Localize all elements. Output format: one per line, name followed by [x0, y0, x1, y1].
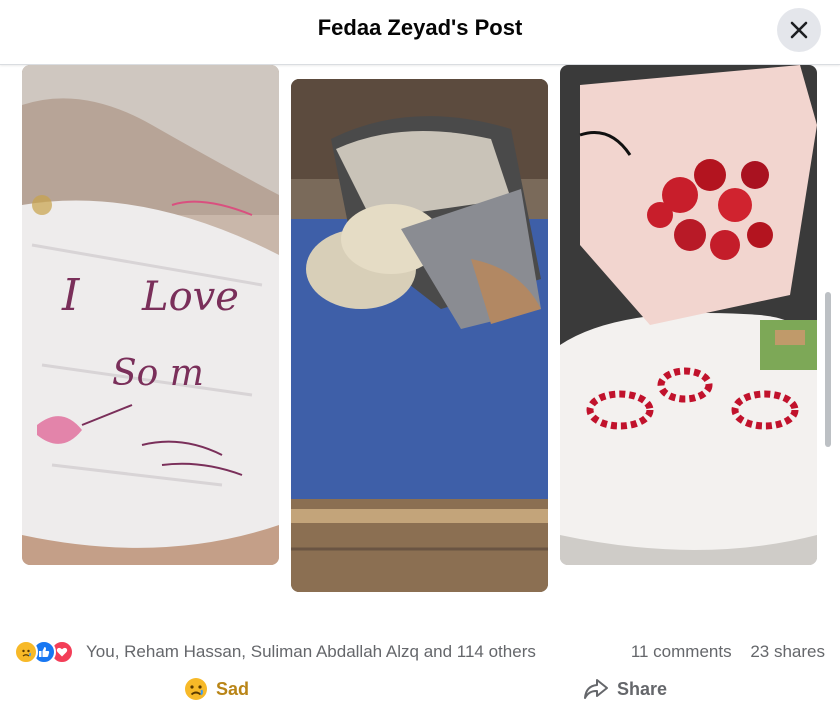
- page-title: Fedaa Zeyad's Post: [317, 15, 523, 40]
- reaction-icons[interactable]: [14, 639, 74, 665]
- close-button[interactable]: [777, 8, 821, 52]
- post-counts: 11 comments 23 shares: [617, 642, 825, 662]
- sad-reaction-button[interactable]: Sad: [184, 676, 249, 702]
- close-icon: [790, 21, 808, 39]
- hospital-bed-photo[interactable]: [291, 79, 548, 592]
- handwritten-note-photo[interactable]: I Love So m: [22, 65, 279, 565]
- scrollbar-thumb[interactable]: [825, 292, 831, 447]
- svg-text:Love: Love: [141, 274, 239, 320]
- share-label: Share: [617, 678, 668, 699]
- shares-count-link[interactable]: 23 shares: [750, 642, 825, 661]
- svg-text:I: I: [61, 270, 81, 321]
- comments-count-link[interactable]: 11 comments: [631, 642, 732, 661]
- reaction-names-link[interactable]: You, Reham Hassan, Suliman Abdallah Alzq…: [86, 642, 536, 662]
- sad-reaction-icon: [14, 640, 38, 664]
- sad-label: Sad: [216, 678, 250, 699]
- share-icon: [584, 679, 608, 699]
- rose-bouquet-photo[interactable]: [560, 65, 817, 565]
- sad-face-icon: [185, 678, 207, 700]
- photo-gallery: I Love So m: [0, 65, 840, 625]
- share-button[interactable]: Share: [583, 676, 667, 702]
- post-header: Fedaa Zeyad's Post: [0, 0, 840, 65]
- svg-text:So m: So m: [112, 353, 204, 394]
